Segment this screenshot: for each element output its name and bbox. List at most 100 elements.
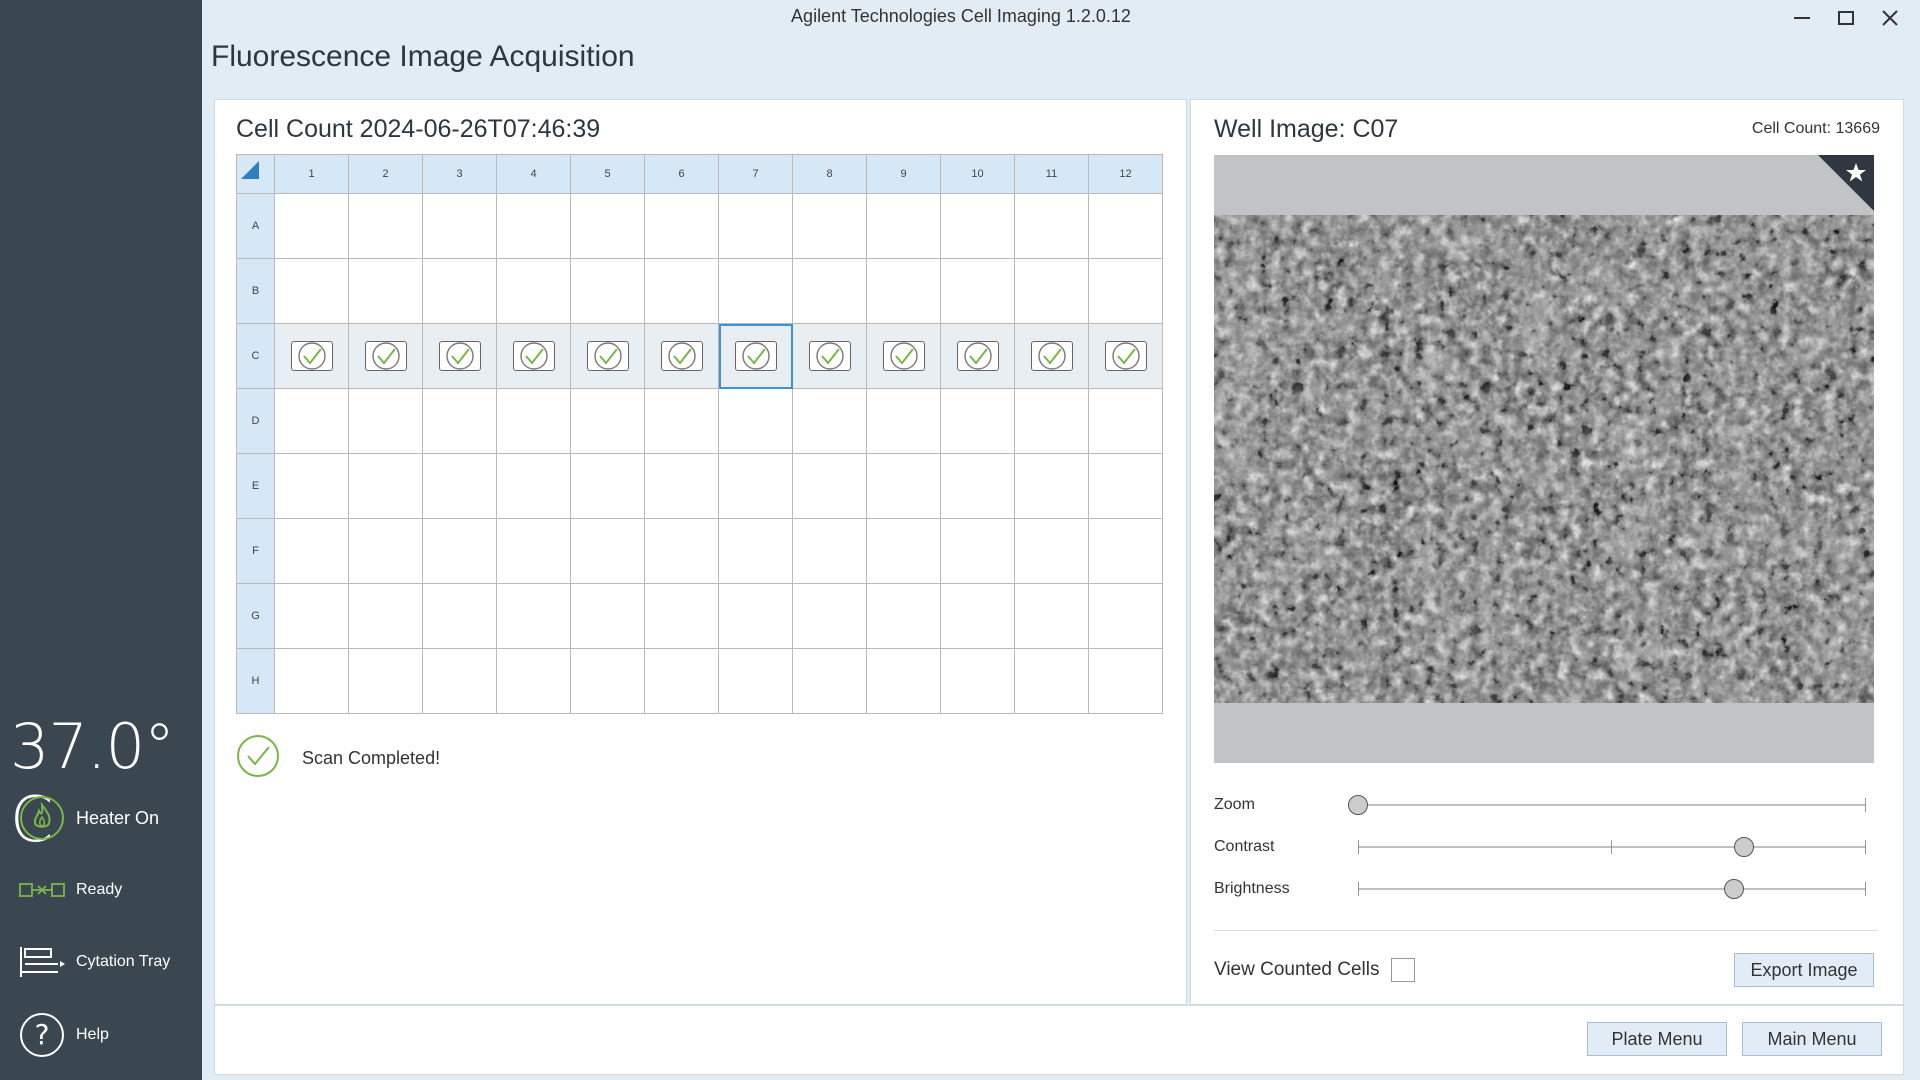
plate-well[interactable]: [570, 323, 645, 389]
plate-column-header[interactable]: 4: [496, 154, 571, 194]
plate-well[interactable]: [570, 193, 645, 259]
close-icon[interactable]: [1874, 4, 1906, 32]
plate-well[interactable]: [496, 453, 571, 519]
plate-well[interactable]: [1014, 518, 1089, 584]
plate-well[interactable]: [570, 388, 645, 454]
plate-well[interactable]: [644, 583, 719, 649]
plate-well[interactable]: [570, 518, 645, 584]
well-image-viewer[interactable]: [1214, 155, 1874, 763]
plate-well[interactable]: [1014, 453, 1089, 519]
plate-well[interactable]: [792, 583, 867, 649]
plate-row-header[interactable]: D: [236, 388, 275, 454]
plate-well[interactable]: [644, 258, 719, 324]
plate-well[interactable]: [570, 453, 645, 519]
plate-well[interactable]: [422, 388, 497, 454]
plate-well[interactable]: [274, 323, 349, 389]
plate-well[interactable]: [644, 453, 719, 519]
plate-well[interactable]: [1088, 258, 1163, 324]
plate-row-header[interactable]: B: [236, 258, 275, 324]
plate-well[interactable]: [348, 388, 423, 454]
plate-well[interactable]: [866, 193, 941, 259]
zoom-slider[interactable]: [1348, 795, 1866, 815]
plate-well[interactable]: [1014, 648, 1089, 714]
plate-column-header[interactable]: 6: [644, 154, 719, 194]
plate-column-header[interactable]: 11: [1014, 154, 1089, 194]
plate-well[interactable]: [866, 323, 941, 389]
export-image-button[interactable]: Export Image: [1734, 953, 1874, 987]
plate-well[interactable]: [348, 193, 423, 259]
plate-menu-button[interactable]: Plate Menu: [1587, 1022, 1727, 1056]
plate-corner[interactable]: [236, 154, 275, 194]
plate-well[interactable]: [496, 193, 571, 259]
plate-well[interactable]: [718, 388, 793, 454]
plate-well[interactable]: [496, 388, 571, 454]
sidebar-item-heater[interactable]: Heater On: [18, 794, 159, 842]
plate-well[interactable]: [1088, 648, 1163, 714]
plate-well[interactable]: [940, 583, 1015, 649]
plate-well[interactable]: [422, 648, 497, 714]
plate-well[interactable]: [940, 648, 1015, 714]
sidebar-item-cytation-tray[interactable]: Cytation Tray: [18, 938, 170, 986]
plate-well[interactable]: [348, 453, 423, 519]
plate-well[interactable]: [422, 323, 497, 389]
plate-well[interactable]: [644, 518, 719, 584]
plate-well[interactable]: [496, 323, 571, 389]
plate-well[interactable]: [718, 323, 793, 389]
plate-well[interactable]: [866, 453, 941, 519]
plate-well[interactable]: [792, 518, 867, 584]
plate-well[interactable]: [940, 453, 1015, 519]
plate-well[interactable]: [940, 388, 1015, 454]
plate-row-header[interactable]: H: [236, 648, 275, 714]
plate-well[interactable]: [940, 323, 1015, 389]
plate-well[interactable]: [866, 388, 941, 454]
plate-well[interactable]: [422, 258, 497, 324]
plate-well[interactable]: [718, 583, 793, 649]
plate-well[interactable]: [866, 518, 941, 584]
plate-well[interactable]: [274, 648, 349, 714]
plate-well[interactable]: [570, 583, 645, 649]
minimize-icon[interactable]: [1786, 4, 1818, 32]
plate-well[interactable]: [1088, 193, 1163, 259]
maximize-icon[interactable]: [1830, 4, 1862, 32]
plate-well[interactable]: [422, 583, 497, 649]
plate-well[interactable]: [274, 388, 349, 454]
plate-well[interactable]: [866, 258, 941, 324]
plate-column-header[interactable]: 1: [274, 154, 349, 194]
view-counted-cells-checkbox[interactable]: [1391, 958, 1416, 982]
plate-well[interactable]: [940, 193, 1015, 259]
contrast-slider[interactable]: [1358, 837, 1866, 857]
plate-well[interactable]: [792, 648, 867, 714]
plate-well[interactable]: [274, 583, 349, 649]
plate-well[interactable]: [496, 518, 571, 584]
plate-well[interactable]: [274, 193, 349, 259]
plate-well[interactable]: [718, 648, 793, 714]
plate-well[interactable]: [1088, 583, 1163, 649]
plate-well[interactable]: [1088, 453, 1163, 519]
plate-well[interactable]: [866, 648, 941, 714]
plate-column-header[interactable]: 10: [940, 154, 1015, 194]
plate-column-header[interactable]: 2: [348, 154, 423, 194]
well-image[interactable]: [1214, 215, 1874, 703]
plate-well[interactable]: [1014, 323, 1089, 389]
contrast-slider-thumb[interactable]: [1734, 837, 1755, 857]
plate-well[interactable]: [1088, 518, 1163, 584]
plate-well[interactable]: [792, 388, 867, 454]
plate-well[interactable]: [1014, 583, 1089, 649]
plate-column-header[interactable]: 5: [570, 154, 645, 194]
plate-well[interactable]: [496, 583, 571, 649]
plate-well[interactable]: [1014, 388, 1089, 454]
brightness-slider[interactable]: [1358, 879, 1866, 899]
plate-well[interactable]: [1088, 388, 1163, 454]
plate-well[interactable]: [348, 648, 423, 714]
sidebar-item-ready[interactable]: Ready: [18, 866, 122, 914]
plate-column-header[interactable]: 3: [422, 154, 497, 194]
main-menu-button[interactable]: Main Menu: [1742, 1022, 1882, 1056]
favorite-star-icon[interactable]: [1818, 155, 1874, 211]
plate-well[interactable]: [348, 583, 423, 649]
plate-row-header[interactable]: C: [236, 323, 275, 389]
plate-well[interactable]: [274, 453, 349, 519]
plate-well[interactable]: [940, 258, 1015, 324]
zoom-slider-thumb[interactable]: [1348, 795, 1368, 815]
plate-row-header[interactable]: E: [236, 453, 275, 519]
plate-well[interactable]: [644, 323, 719, 389]
